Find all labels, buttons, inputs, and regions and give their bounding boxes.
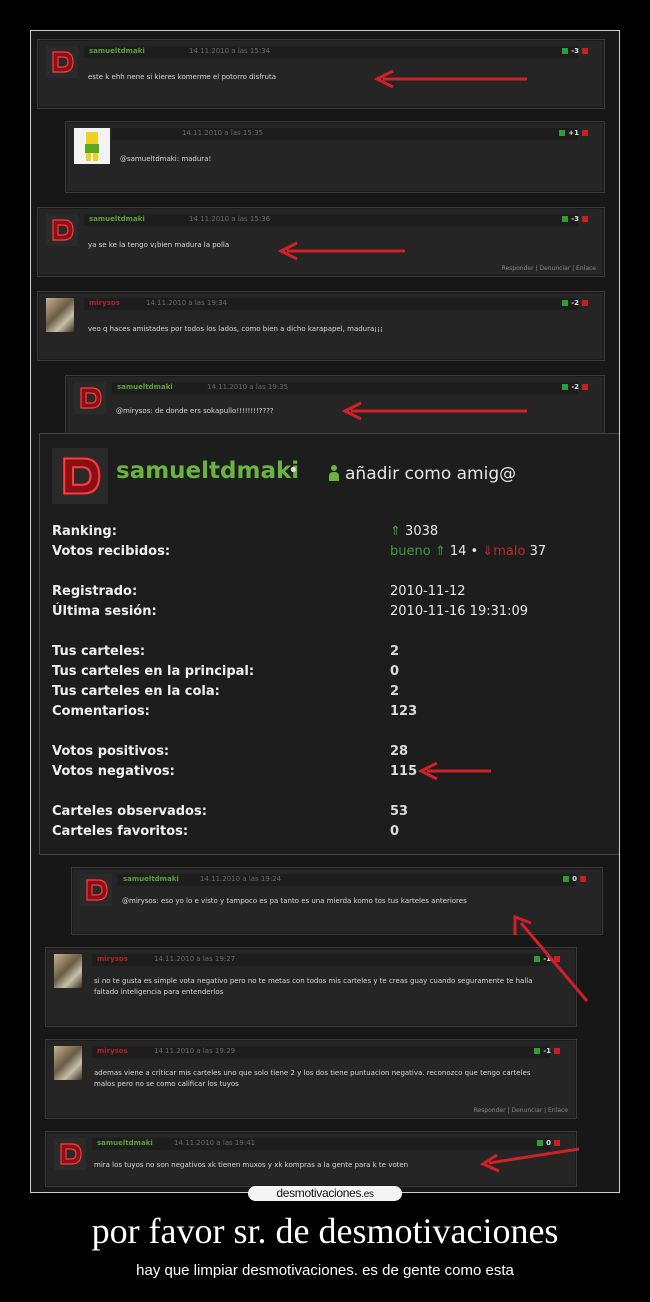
red-arrow-4: [417, 761, 491, 781]
logo-main: desmotivaciones: [276, 1186, 362, 1200]
red-arrow-3: [341, 401, 527, 421]
logo-suffix: .es: [361, 1189, 374, 1200]
red-arrow-6: [479, 1147, 580, 1173]
annotation-arrows: [277, 69, 589, 1173]
red-arrow-2: [277, 241, 405, 261]
poster-subtitle: hay que limpiar desmotivaciones. es de g…: [136, 1262, 514, 1279]
poster-title: por favor sr. de desmotivaciones: [91, 1211, 559, 1251]
red-arrow-5: [513, 914, 589, 1002]
poster-frame: samueltdmaki 14.11.2010 a las 15:34 -3 e…: [30, 30, 620, 1193]
site-logo[interactable]: desmotivaciones.es: [248, 1186, 402, 1201]
red-arrow-1: [373, 69, 527, 89]
